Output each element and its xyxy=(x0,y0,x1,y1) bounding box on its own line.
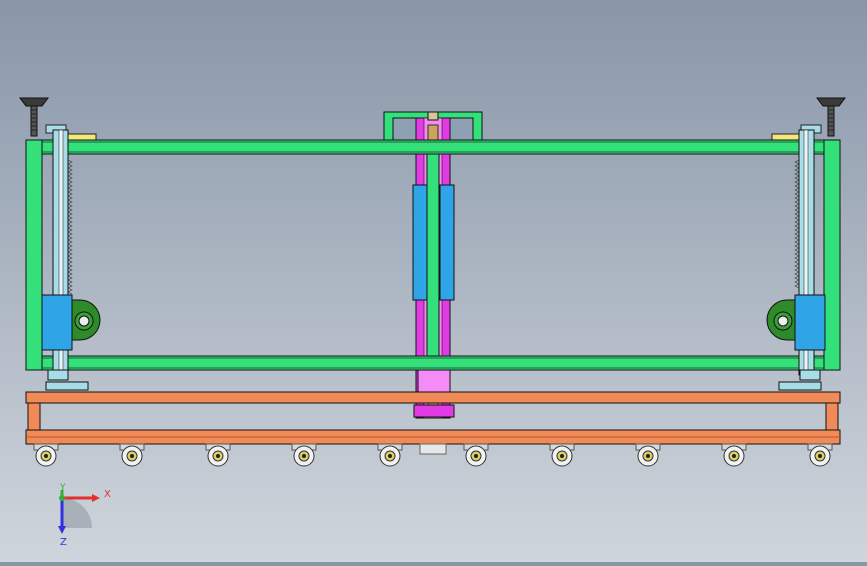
caster-wheel xyxy=(807,443,833,467)
assembly-drawing: X Y Z xyxy=(19,97,846,548)
cylinder-sleeve-right xyxy=(439,184,455,301)
base-plate-left xyxy=(45,381,89,391)
foot-plate-right xyxy=(799,369,821,381)
y-axis-label: Y xyxy=(59,483,66,493)
caster-wheel xyxy=(377,443,403,467)
base-plate-right xyxy=(778,381,822,391)
caster-wheel xyxy=(463,443,489,467)
caster-wheel xyxy=(635,443,661,467)
cylinder-base-block xyxy=(413,404,455,418)
caster-wheel xyxy=(721,443,747,467)
foot-plate-left xyxy=(47,369,69,381)
z-axis-label: Z xyxy=(60,537,67,548)
bearing-block-left xyxy=(41,294,101,351)
cad-viewport[interactable]: X Y Z xyxy=(0,0,867,562)
top-plate-right xyxy=(771,133,803,141)
top-plate-left xyxy=(65,133,97,141)
x-axis-label: X xyxy=(104,489,111,500)
cylinder-sleeve-left xyxy=(412,184,428,301)
caster-wheel xyxy=(549,443,575,467)
caster-wheel xyxy=(291,443,317,467)
caster-wheel xyxy=(33,443,59,467)
caster-wheel xyxy=(205,443,231,467)
caster-wheel xyxy=(119,443,145,467)
leveling-foot-left xyxy=(19,97,49,137)
bearing-block-right xyxy=(766,294,826,351)
cylinder-guide-center xyxy=(426,149,440,361)
coordinate-triad[interactable]: X Y Z xyxy=(58,483,111,548)
cylinder-foot xyxy=(419,443,447,455)
